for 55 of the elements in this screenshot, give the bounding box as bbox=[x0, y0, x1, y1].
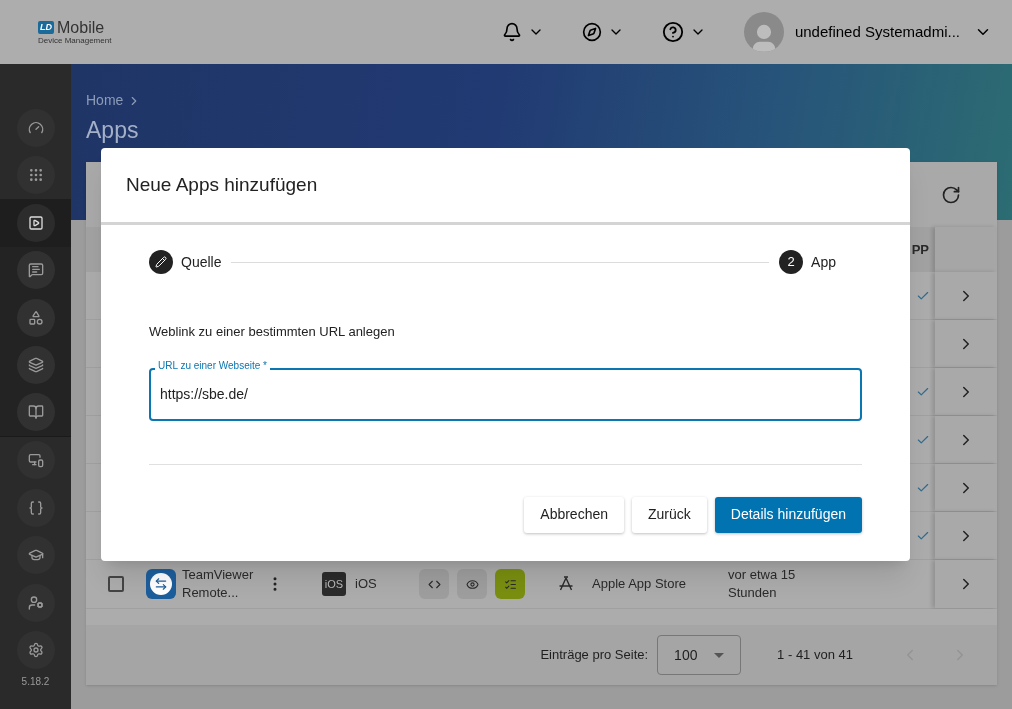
step-label: App bbox=[811, 252, 836, 272]
logo-title: Mobile bbox=[57, 19, 105, 36]
user-gear-icon bbox=[27, 594, 44, 611]
grid-icon bbox=[27, 167, 44, 184]
page-title: Apps bbox=[86, 116, 140, 145]
feature-tile[interactable] bbox=[457, 569, 487, 599]
column-header: PP bbox=[911, 240, 929, 259]
bell-icon bbox=[501, 22, 522, 42]
sidebar-item[interactable] bbox=[16, 346, 55, 385]
updated-time: vor etwa 15 Stunden bbox=[728, 566, 797, 602]
step-edit-icon bbox=[149, 250, 173, 274]
sidebar-item[interactable] bbox=[16, 251, 55, 290]
shapes-icon bbox=[27, 309, 44, 326]
sidebar-item[interactable] bbox=[16, 393, 55, 432]
braces-icon bbox=[27, 499, 44, 516]
checklist-icon bbox=[503, 577, 517, 591]
gauge-icon bbox=[27, 119, 44, 136]
field-label: URL zu einer Webseite * bbox=[155, 359, 270, 372]
play-square-icon bbox=[27, 214, 44, 231]
step-label: Quelle bbox=[181, 252, 222, 272]
logo-subtitle: Device Management bbox=[38, 35, 112, 45]
secondary-button[interactable]: Abbrechen bbox=[524, 496, 624, 533]
dialog-description: Weblink zu einer bestimmten URL anlegen bbox=[149, 323, 396, 341]
page-size-label: Einträge pro Seite: bbox=[540, 646, 649, 665]
page-range: 1 - 41 von 41 bbox=[777, 646, 853, 665]
dropdown-caret-icon bbox=[714, 652, 725, 658]
platform-label: iOS bbox=[355, 575, 378, 594]
logo-badge: LD bbox=[38, 21, 54, 34]
primary-button[interactable]: Details hinzufügen bbox=[714, 496, 862, 533]
secondary-button[interactable]: Zurück bbox=[632, 496, 707, 533]
feature-tile[interactable] bbox=[419, 569, 449, 599]
eye-icon bbox=[465, 577, 479, 591]
sidebar-item[interactable] bbox=[16, 203, 55, 242]
message-icon bbox=[27, 262, 44, 279]
refresh-icon[interactable] bbox=[941, 184, 961, 205]
breadcrumb-link[interactable]: Home bbox=[86, 90, 124, 111]
feature-tile[interactable] bbox=[495, 569, 525, 599]
layers-icon bbox=[27, 357, 44, 374]
settings-icon bbox=[27, 642, 44, 659]
help-icon bbox=[661, 21, 684, 43]
sidebar-item[interactable] bbox=[16, 298, 55, 337]
app-name: TeamViewer Remote... bbox=[182, 566, 255, 602]
drafting-compass-icon bbox=[558, 576, 574, 592]
compass-icon bbox=[581, 22, 602, 42]
platform-badge: iOS bbox=[322, 572, 346, 596]
store-label: Apple App Store bbox=[592, 575, 687, 594]
user-name[interactable]: undefined Systemadmi... bbox=[794, 20, 960, 44]
book-icon bbox=[27, 404, 44, 421]
row-checkbox[interactable] bbox=[108, 576, 124, 592]
step-number: 2 bbox=[779, 250, 804, 274]
page-size-select[interactable]: 100 bbox=[657, 635, 742, 675]
monitor-phone-icon bbox=[27, 452, 44, 469]
dialog-title: Neue Apps hinzufügen bbox=[126, 172, 318, 197]
version-label: 5.18.2 bbox=[20, 675, 51, 689]
arrows-icon bbox=[154, 577, 168, 591]
